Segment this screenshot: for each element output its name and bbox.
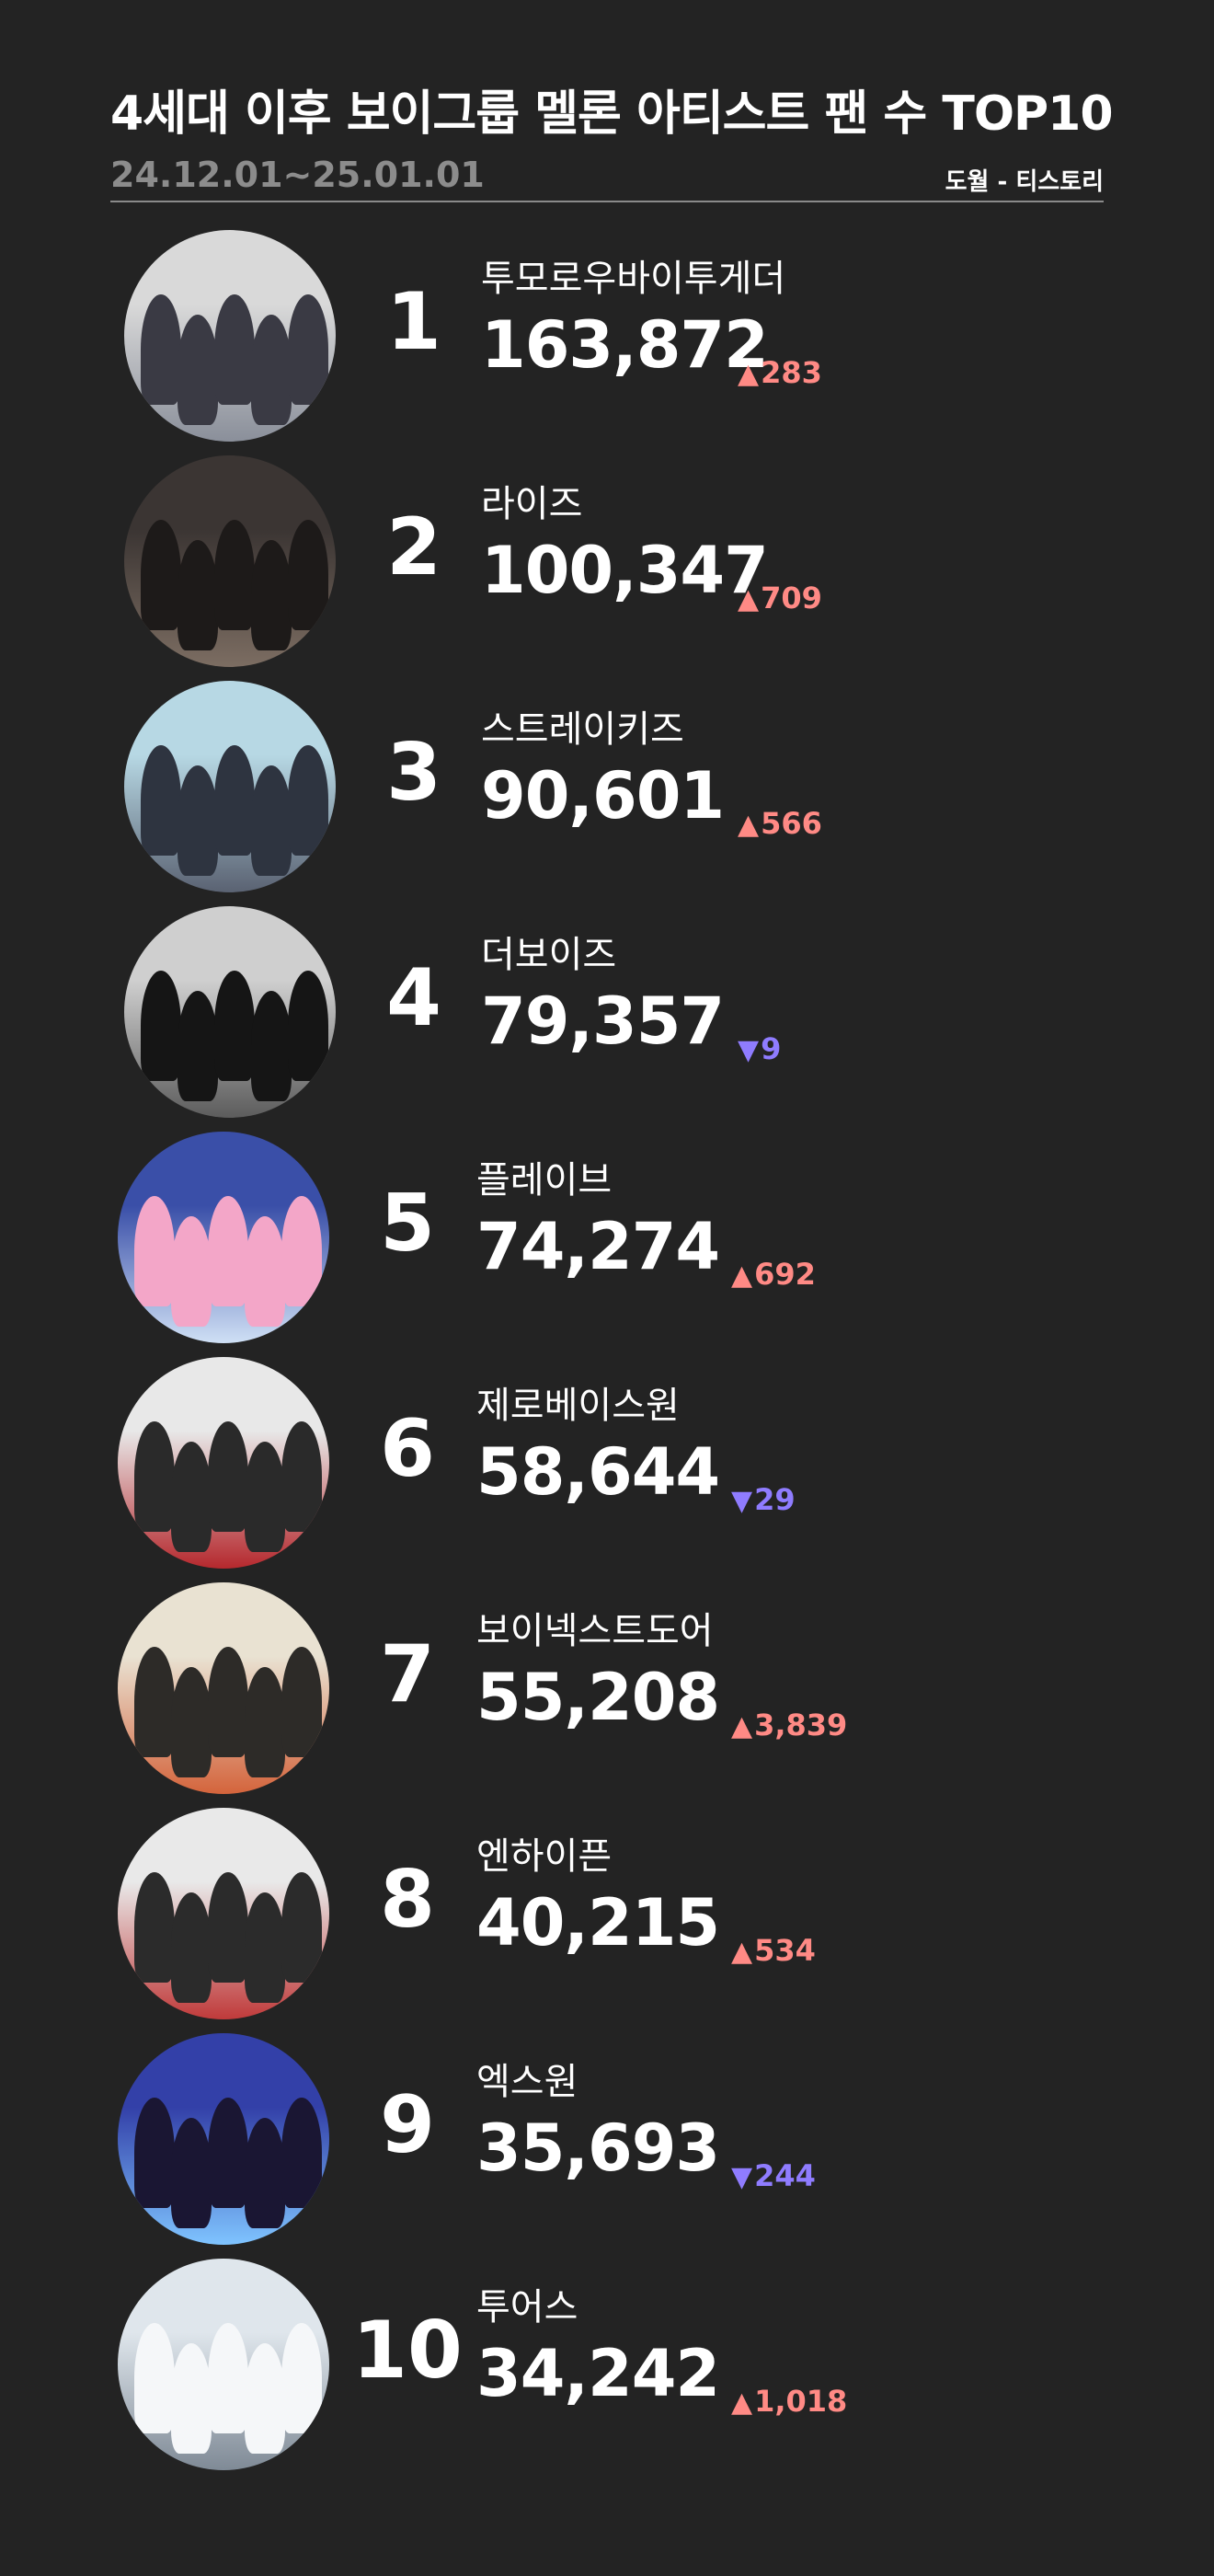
group-photo [124, 681, 336, 892]
artist-name: 더보이즈 [481, 934, 617, 976]
fan-count: 34,242 [476, 2336, 720, 2411]
triangle-up-icon: ▲ [731, 1710, 753, 1742]
fan-count: 40,215 [476, 1885, 720, 1961]
change-value: 534 [754, 1933, 816, 1968]
artist-name: 엔하이픈 [476, 1835, 613, 1878]
artist-name: 투모로우바이투게더 [481, 258, 786, 300]
group-photo [124, 455, 336, 667]
triangle-up-icon: ▲ [738, 358, 760, 390]
change-value: 244 [754, 2158, 816, 2193]
change-value: 29 [754, 1482, 796, 1517]
change-value: 1,018 [754, 2384, 848, 2419]
change-value: 3,839 [754, 1708, 848, 1742]
rank-number: 9 [380, 2079, 435, 2171]
change-value: 566 [761, 806, 822, 841]
group-photo [118, 2033, 329, 2245]
artist-name: 제로베이스원 [476, 1385, 680, 1427]
triangle-up-icon: ▲ [731, 1936, 753, 1968]
subtitle-row: 24.12.01~25.01.01 도월 - 티스토리 [110, 153, 1104, 202]
triangle-up-icon: ▲ [738, 809, 760, 841]
page-title: 4세대 이후 보이그룹 멜론 아티스트 팬 수 TOP10 [110, 86, 1114, 142]
fan-count: 90,601 [481, 758, 725, 834]
fan-change: ▲566 [738, 805, 822, 844]
artist-name: 플레이브 [476, 1159, 613, 1202]
fan-change: ▲3,839 [731, 1707, 847, 1745]
list-item: 6 제로베이스원 58,644 ▼29 [0, 1357, 1214, 1582]
rank-number: 5 [380, 1178, 435, 1270]
rank-number: 8 [380, 1854, 435, 1946]
list-item: 9 엑스원 35,693 ▼244 [0, 2033, 1214, 2259]
change-value: 692 [754, 1257, 816, 1292]
artist-name: 엑스원 [476, 2061, 578, 2103]
list-item: 2 라이즈 100,347 ▲709 [0, 455, 1214, 681]
group-photo [124, 906, 336, 1118]
group-photo [118, 1357, 329, 1569]
fan-count: 35,693 [476, 2110, 720, 2186]
fan-change: ▲283 [738, 354, 822, 393]
fan-change: ▲709 [738, 580, 822, 618]
fan-change: ▲1,018 [731, 2383, 847, 2421]
header: 4세대 이후 보이그룹 멜론 아티스트 팬 수 TOP10 24.12.01~2… [110, 81, 1114, 202]
list-item: 4 더보이즈 79,357 ▼9 [0, 906, 1214, 1132]
rank-number: 6 [380, 1403, 435, 1495]
rank-number: 7 [380, 1628, 435, 1720]
fan-count: 163,872 [481, 307, 769, 383]
group-photo [118, 1808, 329, 2019]
fan-count: 74,274 [476, 1209, 720, 1284]
fan-change: ▲534 [731, 1932, 816, 1971]
fan-change: ▲692 [731, 1256, 816, 1294]
rank-number: 10 [352, 2305, 463, 2397]
group-photo [118, 1582, 329, 1794]
triangle-up-icon: ▲ [731, 2386, 753, 2419]
artist-name: 투어스 [476, 2286, 578, 2329]
artist-name: 라이즈 [481, 483, 583, 525]
change-value: 9 [761, 1031, 782, 1066]
date-range: 24.12.01~25.01.01 [110, 155, 485, 195]
triangle-down-icon: ▼ [738, 1034, 760, 1066]
rank-number: 2 [386, 501, 441, 593]
triangle-down-icon: ▼ [731, 2161, 753, 2193]
triangle-up-icon: ▲ [738, 583, 760, 615]
artist-name: 스트레이키즈 [481, 708, 684, 751]
artist-name: 보이넥스트도어 [476, 1610, 714, 1652]
fan-count: 58,644 [476, 1434, 720, 1510]
change-value: 709 [761, 581, 822, 615]
source-credit: 도월 - 티스토리 [945, 168, 1104, 196]
rank-number: 3 [386, 727, 441, 819]
fan-change: ▼9 [738, 1030, 781, 1069]
rank-number: 4 [386, 952, 441, 1044]
list-item: 10 투어스 34,242 ▲1,018 [0, 2259, 1214, 2484]
change-value: 283 [761, 355, 822, 390]
list-item: 5 플레이브 74,274 ▲692 [0, 1132, 1214, 1357]
triangle-down-icon: ▼ [731, 1485, 753, 1517]
triangle-up-icon: ▲ [731, 1259, 753, 1292]
fan-count: 55,208 [476, 1660, 720, 1735]
fan-count: 79,357 [481, 983, 725, 1059]
list-item: 7 보이넥스트도어 55,208 ▲3,839 [0, 1582, 1214, 1808]
list-item: 8 엔하이픈 40,215 ▲534 [0, 1808, 1214, 2033]
fan-change: ▼29 [731, 1481, 796, 1520]
fan-change: ▼244 [731, 2157, 816, 2196]
group-photo [118, 2259, 329, 2470]
group-photo [118, 1132, 329, 1343]
group-photo [124, 230, 336, 442]
rank-number: 1 [386, 276, 441, 368]
list-item: 1 투모로우바이투게더 163,872 ▲283 [0, 230, 1214, 455]
list-item: 3 스트레이키즈 90,601 ▲566 [0, 681, 1214, 906]
fan-count: 100,347 [481, 533, 769, 608]
